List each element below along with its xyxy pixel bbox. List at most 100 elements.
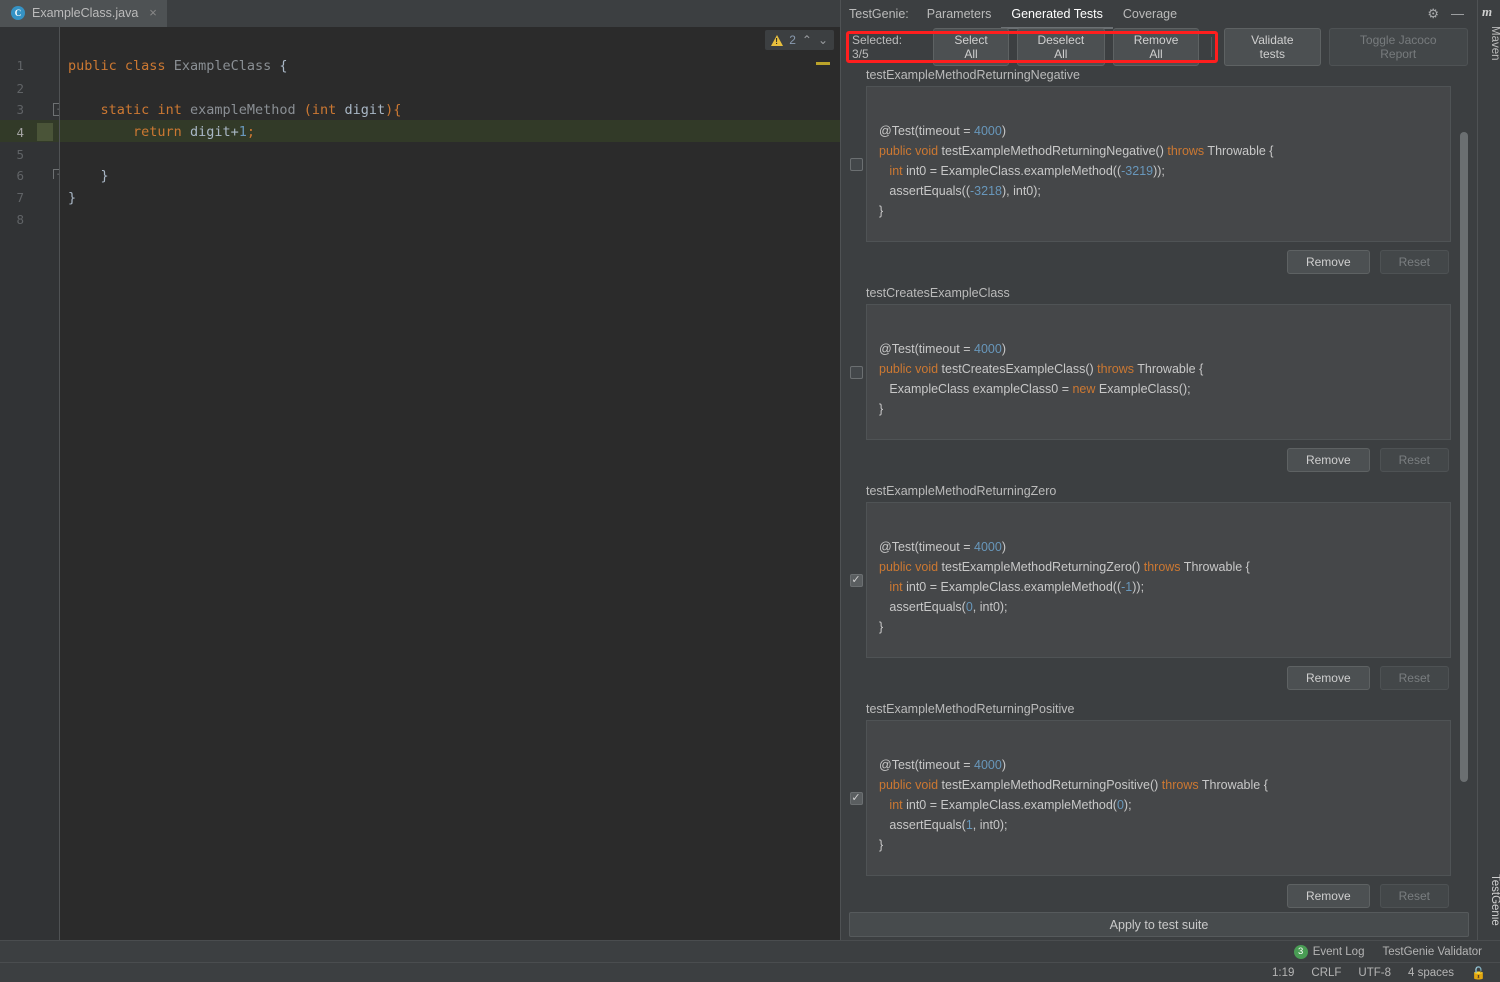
test-code-line: }	[879, 838, 884, 852]
testgenie-header: TestGenie: Parameters Generated Tests Co…	[841, 0, 1476, 29]
warning-triangle-icon	[771, 34, 784, 46]
test-case-code-editor[interactable]: @Test(timeout = 4000) public void testExa…	[866, 720, 1451, 876]
test-case-reset-button[interactable]: Reset	[1379, 250, 1449, 274]
tab-coverage[interactable]: Coverage	[1113, 2, 1187, 29]
test-case-checkbox[interactable]: ✓	[849, 573, 863, 587]
stripe-button-maven[interactable]: Maven	[1478, 22, 1500, 65]
tests-scrollbar-thumb[interactable]	[1460, 132, 1468, 782]
tab-generated-tests[interactable]: Generated Tests	[1001, 2, 1113, 29]
test-case-code-editor[interactable]: @Test(timeout = 4000) public void testCre…	[866, 304, 1451, 440]
inspection-marker-stripe	[816, 62, 830, 65]
inspection-widget[interactable]: 2 ⌃ ⌄	[765, 30, 834, 50]
test-code-line: @Test(timeout = 4000)	[879, 124, 1006, 138]
test-case-card: testExampleMethodReturningZero ✓ @Test(ti…	[846, 482, 1451, 690]
test-case-checkbox-cell	[846, 304, 866, 440]
caret-position[interactable]: 1:19	[1272, 967, 1294, 979]
generated-tests-list: testExampleMethodReturningNegative @Test…	[846, 66, 1451, 909]
editor-tab-bar: C ExampleClass.java ×	[0, 0, 840, 27]
ide-window: C ExampleClass.java × 1 2 3 4 5 6 7 8 − …	[0, 0, 1500, 982]
chevron-down-icon[interactable]: ⌄	[818, 33, 828, 47]
testgenie-validator-button[interactable]: TestGenie Validator	[1382, 946, 1482, 958]
testgenie-toolbar: Selected: 3/5 Select All Deselect All Re…	[846, 28, 1468, 66]
test-code-line: public void testExampleMethodReturningZe…	[879, 560, 1250, 574]
code-line-3: static int exampleMethod (int digit){	[100, 102, 402, 118]
close-icon[interactable]: ×	[149, 5, 157, 20]
test-case-reset-button[interactable]: Reset	[1379, 666, 1449, 690]
line-number: 4	[16, 125, 24, 140]
test-case-remove-button[interactable]: Remove	[1286, 666, 1370, 690]
maven-icon: m	[1482, 4, 1493, 19]
gear-icon[interactable]: ⚙	[1427, 7, 1439, 20]
test-case-checkbox[interactable]	[849, 365, 863, 379]
minimize-icon[interactable]: —	[1451, 7, 1464, 20]
test-code-line: public void testExampleMethodReturningPo…	[879, 778, 1268, 792]
test-case-body: ✓ @Test(timeout = 4000) public void testE…	[846, 720, 1451, 876]
test-case-code-editor[interactable]: @Test(timeout = 4000) public void testExa…	[866, 502, 1451, 658]
tests-scrollbar-track[interactable]	[1460, 66, 1472, 909]
event-log-badge: 3	[1293, 944, 1308, 959]
line-number: 5	[16, 147, 24, 162]
select-all-button[interactable]: Select All	[933, 28, 1009, 66]
test-case-name: testExampleMethodReturningZero	[866, 484, 1057, 498]
test-code-line: @Test(timeout = 4000)	[879, 540, 1006, 554]
editor-tab-exampleclass[interactable]: C ExampleClass.java ×	[0, 0, 167, 27]
test-case-remove-button[interactable]: Remove	[1286, 884, 1370, 908]
test-code-line: assertEquals(0, int0);	[879, 600, 1008, 614]
test-case-card: testExampleMethodReturningPositive ✓ @Tes…	[846, 700, 1451, 908]
editor-gutter[interactable]: 1 2 3 4 5 6 7 8 − −	[0, 27, 66, 940]
indent-setting[interactable]: 4 spaces	[1408, 967, 1454, 979]
selected-count-label: Selected: 3/5	[852, 33, 903, 61]
toggle-jacoco-report-button[interactable]: Toggle Jacoco Report	[1328, 28, 1468, 66]
event-log-button[interactable]: 3 Event Log	[1293, 944, 1364, 959]
test-code-line: int int0 = ExampleClass.exampleMethod((-…	[889, 164, 1165, 178]
code-editor-area[interactable]: public class ExampleClass { static int e…	[60, 27, 840, 940]
test-case-body: @Test(timeout = 4000) public void testCre…	[846, 304, 1451, 440]
testgenie-title: TestGenie:	[849, 6, 909, 21]
test-code-line: @Test(timeout = 4000)	[879, 342, 1006, 356]
editor-tab-label: ExampleClass.java	[32, 5, 139, 20]
line-separator[interactable]: CRLF	[1311, 967, 1341, 979]
chevron-up-icon[interactable]: ⌃	[802, 33, 812, 47]
test-case-body: ✓ @Test(timeout = 4000) public void testE…	[846, 502, 1451, 658]
test-case-name: testExampleMethodReturningNegative	[866, 68, 1081, 82]
test-case-remove-button[interactable]: Remove	[1286, 250, 1370, 274]
test-case-reset-button[interactable]: Reset	[1379, 884, 1449, 908]
test-case-name: testExampleMethodReturningPositive	[866, 702, 1075, 716]
remove-all-button[interactable]: Remove All	[1112, 28, 1200, 66]
test-case-checkbox-cell: ✓	[846, 720, 866, 876]
tab-parameters[interactable]: Parameters	[917, 2, 1002, 29]
line-number: 1	[16, 58, 24, 73]
test-code-line: }	[879, 402, 884, 416]
line-number: 7	[16, 190, 24, 205]
test-code-line: }	[879, 204, 884, 218]
test-case-checkbox[interactable]	[849, 157, 863, 171]
lock-icon[interactable]: 🔓	[1471, 966, 1486, 980]
validate-tests-button[interactable]: Validate tests	[1224, 28, 1321, 66]
right-tool-stripe: m Maven TestGenie	[1477, 0, 1500, 940]
test-case-card: testCreatesExampleClass @Test(timeout = …	[846, 284, 1451, 472]
test-code-line: public void testExampleMethodReturningNe…	[879, 144, 1274, 158]
line-number: 3	[16, 102, 24, 117]
test-code-line	[879, 735, 1438, 755]
test-case-reset-button[interactable]: Reset	[1379, 448, 1449, 472]
generated-tests-scroll-area[interactable]: testExampleMethodReturningNegative @Test…	[846, 66, 1468, 909]
test-code-line: int int0 = ExampleClass.exampleMethod(0)…	[889, 798, 1132, 812]
test-case-card: testExampleMethodReturningNegative @Test…	[846, 66, 1451, 274]
test-code-line: @Test(timeout = 4000)	[879, 758, 1006, 772]
warning-count: 2	[789, 33, 796, 47]
status-bar-lower: 1:19 CRLF UTF-8 4 spaces 🔓	[0, 962, 1500, 982]
test-code-line: }	[879, 620, 884, 634]
test-case-actions: Remove Reset	[846, 242, 1451, 274]
stripe-button-testgenie[interactable]: TestGenie	[1478, 870, 1500, 930]
apply-to-test-suite-button[interactable]: Apply to test suite	[849, 912, 1469, 937]
test-code-line	[879, 319, 1438, 339]
file-encoding[interactable]: UTF-8	[1358, 967, 1391, 979]
test-case-checkbox[interactable]: ✓	[849, 791, 863, 805]
test-case-remove-button[interactable]: Remove	[1286, 448, 1370, 472]
test-case-actions: Remove Reset	[846, 876, 1451, 908]
deselect-all-button[interactable]: Deselect All	[1016, 28, 1105, 66]
test-case-code-editor[interactable]: @Test(timeout = 4000) public void testExa…	[866, 86, 1451, 242]
test-code-line: int int0 = ExampleClass.exampleMethod((-…	[889, 580, 1145, 594]
test-code-line: public void testCreatesExampleClass() th…	[879, 362, 1204, 376]
test-code-line: ExampleClass exampleClass0 = new Example…	[879, 382, 1191, 396]
